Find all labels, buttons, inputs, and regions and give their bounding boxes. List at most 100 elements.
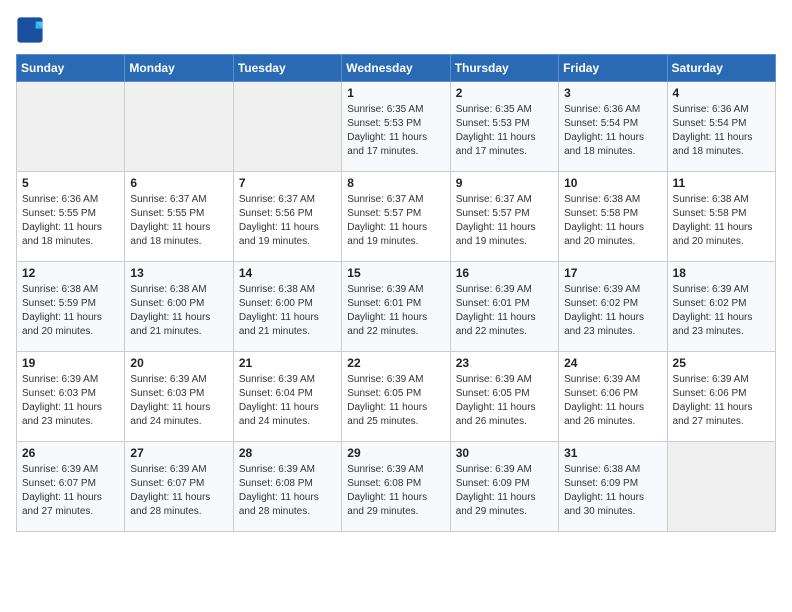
col-header-monday: Monday: [125, 55, 233, 82]
calendar-cell: 8 Sunrise: 6:37 AMSunset: 5:57 PMDaylight…: [342, 172, 450, 262]
calendar-cell: 7 Sunrise: 6:37 AMSunset: 5:56 PMDaylight…: [233, 172, 341, 262]
day-number: 12: [22, 266, 119, 280]
calendar-week-1: 1 Sunrise: 6:35 AMSunset: 5:53 PMDaylight…: [17, 82, 776, 172]
calendar-cell: 4 Sunrise: 6:36 AMSunset: 5:54 PMDaylight…: [667, 82, 775, 172]
calendar-cell: 9 Sunrise: 6:37 AMSunset: 5:57 PMDaylight…: [450, 172, 558, 262]
calendar-cell: 28Sunrise: 6:39 AMSunset: 6:08 PMDayligh…: [233, 442, 341, 532]
day-number: 31: [564, 446, 661, 460]
day-info: Sunrise: 6:39 AMSunset: 6:02 PMDaylight:…: [564, 283, 661, 339]
day-number: 22: [347, 356, 444, 370]
day-info: Sunrise: 6:38 AMSunset: 6:00 PMDaylight:…: [239, 283, 336, 339]
calendar-cell: [17, 82, 125, 172]
calendar-cell: [667, 442, 775, 532]
day-info: Sunrise: 6:39 AMSunset: 6:01 PMDaylight:…: [456, 283, 553, 339]
day-number: 1: [347, 86, 444, 100]
day-info: Sunrise: 6:39 AMSunset: 6:07 PMDaylight:…: [130, 463, 227, 519]
day-number: 4: [673, 86, 770, 100]
day-number: 7: [239, 176, 336, 190]
day-number: 18: [673, 266, 770, 280]
calendar-cell: 30 Sunrise: 6:39 AMSunset: 6:09 PMDayligh…: [450, 442, 558, 532]
calendar-cell: 13 Sunrise: 6:38 AMSunset: 6:00 PMDayligh…: [125, 262, 233, 352]
day-number: 11: [673, 176, 770, 190]
day-info: Sunrise: 6:39 AMSunset: 6:09 PMDaylight:…: [456, 463, 553, 519]
day-info: Sunrise: 6:39 AMSunset: 6:06 PMDaylight:…: [673, 373, 770, 429]
day-number: 28: [239, 446, 336, 460]
day-number: 25: [673, 356, 770, 370]
day-info: Sunrise: 6:37 AMSunset: 5:56 PMDaylight:…: [239, 193, 336, 249]
day-number: 9: [456, 176, 553, 190]
day-number: 24: [564, 356, 661, 370]
day-number: 16: [456, 266, 553, 280]
col-header-friday: Friday: [559, 55, 667, 82]
day-info: Sunrise: 6:37 AMSunset: 5:55 PMDaylight:…: [130, 193, 227, 249]
calendar-cell: 25 Sunrise: 6:39 AMSunset: 6:06 PMDayligh…: [667, 352, 775, 442]
calendar-cell: 3Sunrise: 6:36 AMSunset: 5:54 PMDaylight…: [559, 82, 667, 172]
calendar-cell: 14 Sunrise: 6:38 AMSunset: 6:00 PMDayligh…: [233, 262, 341, 352]
calendar-week-5: 26 Sunrise: 6:39 AMSunset: 6:07 PMDayligh…: [17, 442, 776, 532]
day-info: Sunrise: 6:35 AMSunset: 5:53 PMDaylight:…: [456, 103, 553, 159]
day-number: 13: [130, 266, 227, 280]
day-info: Sunrise: 6:38 AMSunset: 6:00 PMDaylight:…: [130, 283, 227, 339]
col-header-saturday: Saturday: [667, 55, 775, 82]
day-number: 30: [456, 446, 553, 460]
day-number: 23: [456, 356, 553, 370]
day-info: Sunrise: 6:37 AMSunset: 5:57 PMDaylight:…: [456, 193, 553, 249]
day-info: Sunrise: 6:38 AMSunset: 5:58 PMDaylight:…: [673, 193, 770, 249]
day-info: Sunrise: 6:38 AMSunset: 5:59 PMDaylight:…: [22, 283, 119, 339]
day-number: 8: [347, 176, 444, 190]
day-info: Sunrise: 6:36 AMSunset: 5:55 PMDaylight:…: [22, 193, 119, 249]
calendar-cell: 20 Sunrise: 6:39 AMSunset: 6:03 PMDayligh…: [125, 352, 233, 442]
day-info: Sunrise: 6:39 AMSunset: 6:06 PMDaylight:…: [564, 373, 661, 429]
calendar-cell: 12 Sunrise: 6:38 AMSunset: 5:59 PMDayligh…: [17, 262, 125, 352]
calendar-cell: [125, 82, 233, 172]
day-number: 15: [347, 266, 444, 280]
day-info: Sunrise: 6:39 AMSunset: 6:03 PMDaylight:…: [130, 373, 227, 429]
day-number: 2: [456, 86, 553, 100]
day-info: Sunrise: 6:36 AMSunset: 5:54 PMDaylight:…: [673, 103, 770, 159]
calendar-cell: 26 Sunrise: 6:39 AMSunset: 6:07 PMDayligh…: [17, 442, 125, 532]
day-info: Sunrise: 6:39 AMSunset: 6:05 PMDaylight:…: [347, 373, 444, 429]
day-number: 20: [130, 356, 227, 370]
calendar-table: SundayMondayTuesdayWednesdayThursdayFrid…: [16, 54, 776, 532]
day-number: 10: [564, 176, 661, 190]
calendar-cell: 21Sunrise: 6:39 AMSunset: 6:04 PMDayligh…: [233, 352, 341, 442]
day-info: Sunrise: 6:37 AMSunset: 5:57 PMDaylight:…: [347, 193, 444, 249]
day-number: 29: [347, 446, 444, 460]
logo-icon: [16, 16, 44, 44]
calendar-cell: 24 Sunrise: 6:39 AMSunset: 6:06 PMDayligh…: [559, 352, 667, 442]
calendar-week-4: 19Sunrise: 6:39 AMSunset: 6:03 PMDayligh…: [17, 352, 776, 442]
calendar-cell: 11 Sunrise: 6:38 AMSunset: 5:58 PMDayligh…: [667, 172, 775, 262]
calendar-cell: 18 Sunrise: 6:39 AMSunset: 6:02 PMDayligh…: [667, 262, 775, 352]
calendar-cell: 10Sunrise: 6:38 AMSunset: 5:58 PMDayligh…: [559, 172, 667, 262]
calendar-cell: 6 Sunrise: 6:37 AMSunset: 5:55 PMDaylight…: [125, 172, 233, 262]
day-number: 3: [564, 86, 661, 100]
calendar-week-2: 5Sunrise: 6:36 AMSunset: 5:55 PMDaylight…: [17, 172, 776, 262]
col-header-thursday: Thursday: [450, 55, 558, 82]
logo: [16, 16, 48, 44]
day-number: 6: [130, 176, 227, 190]
day-number: 26: [22, 446, 119, 460]
calendar-cell: 15 Sunrise: 6:39 AMSunset: 6:01 PMDayligh…: [342, 262, 450, 352]
calendar-week-3: 12 Sunrise: 6:38 AMSunset: 5:59 PMDayligh…: [17, 262, 776, 352]
calendar-header-row: SundayMondayTuesdayWednesdayThursdayFrid…: [17, 55, 776, 82]
day-number: 14: [239, 266, 336, 280]
day-info: Sunrise: 6:39 AMSunset: 6:01 PMDaylight:…: [347, 283, 444, 339]
calendar-cell: 1Sunrise: 6:35 AMSunset: 5:53 PMDaylight…: [342, 82, 450, 172]
day-info: Sunrise: 6:38 AMSunset: 6:09 PMDaylight:…: [564, 463, 661, 519]
calendar-cell: 23 Sunrise: 6:39 AMSunset: 6:05 PMDayligh…: [450, 352, 558, 442]
calendar-cell: [233, 82, 341, 172]
calendar-cell: 19Sunrise: 6:39 AMSunset: 6:03 PMDayligh…: [17, 352, 125, 442]
calendar-body: 1 Sunrise: 6:35 AMSunset: 5:53 PMDaylight…: [17, 82, 776, 532]
day-info: Sunrise: 6:39 AMSunset: 6:05 PMDaylight:…: [456, 373, 553, 429]
calendar-cell: 29 Sunrise: 6:39 AMSunset: 6:08 PMDayligh…: [342, 442, 450, 532]
calendar-cell: 22 Sunrise: 6:39 AMSunset: 6:05 PMDayligh…: [342, 352, 450, 442]
calendar-cell: 2 Sunrise: 6:35 AMSunset: 5:53 PMDaylight…: [450, 82, 558, 172]
calendar-cell: 16 Sunrise: 6:39 AMSunset: 6:01 PMDayligh…: [450, 262, 558, 352]
day-info: Sunrise: 6:39 AMSunset: 6:02 PMDaylight:…: [673, 283, 770, 339]
col-header-sunday: Sunday: [17, 55, 125, 82]
day-number: 21: [239, 356, 336, 370]
day-number: 17: [564, 266, 661, 280]
day-info: Sunrise: 6:39 AMSunset: 6:08 PMDaylight:…: [347, 463, 444, 519]
day-info: Sunrise: 6:39 AMSunset: 6:07 PMDaylight:…: [22, 463, 119, 519]
calendar-cell: 27Sunrise: 6:39 AMSunset: 6:07 PMDayligh…: [125, 442, 233, 532]
